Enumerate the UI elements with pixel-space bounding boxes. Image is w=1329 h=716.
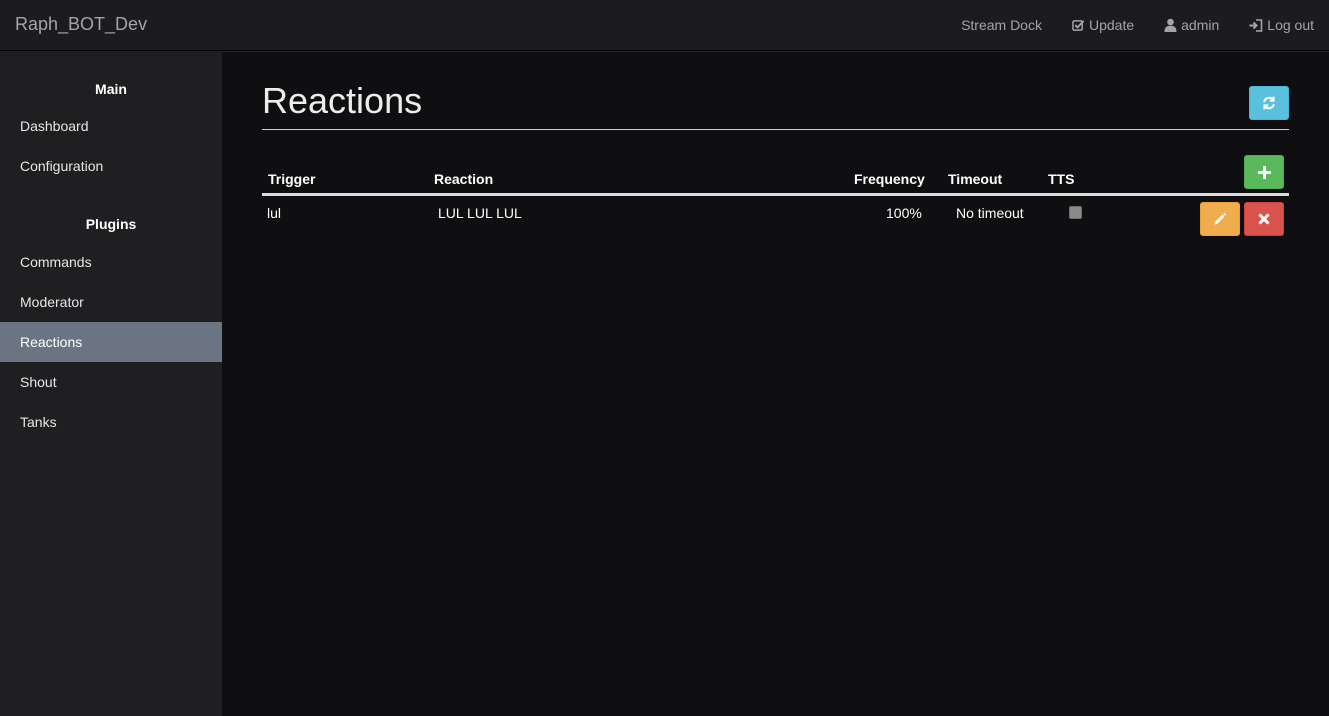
nav-stream-dock[interactable]: Stream Dock [946, 0, 1057, 50]
sidebar-item-shout[interactable]: Shout [0, 362, 222, 402]
nav-update[interactable]: Update [1057, 0, 1149, 50]
edit-button[interactable] [1200, 202, 1240, 236]
refresh-icon [1263, 96, 1275, 110]
table-header-divider [262, 193, 1289, 196]
sidebar-item-commands[interactable]: Commands [0, 242, 222, 282]
title-divider [262, 129, 1289, 130]
navbar-right: Stream Dock Update admin Log out [946, 0, 1329, 50]
cell-timeout: No timeout [956, 205, 1024, 221]
cell-reaction: LUL LUL LUL [438, 205, 522, 221]
column-header-reaction: Reaction [434, 171, 494, 187]
delete-button[interactable] [1244, 202, 1284, 236]
cell-trigger: lul [267, 205, 282, 221]
cell-frequency: 100% [886, 205, 922, 221]
check-square-icon [1072, 19, 1085, 31]
nav-user-label: admin [1181, 17, 1220, 33]
brand-title[interactable]: Raph_BOT_Dev [15, 14, 147, 35]
user-icon [1164, 18, 1177, 32]
top-navbar: Raph_BOT_Dev Stream Dock Update admin Lo… [0, 0, 1329, 51]
sidebar: Main Dashboard Configuration Plugins Com… [0, 51, 222, 716]
sidebar-item-reactions[interactable]: Reactions [0, 322, 222, 362]
plus-icon [1257, 165, 1271, 179]
nav-logout[interactable]: Log out [1234, 0, 1329, 50]
refresh-button[interactable] [1249, 86, 1289, 120]
nav-stream-dock-label: Stream Dock [961, 17, 1042, 33]
nav-logout-label: Log out [1267, 17, 1314, 33]
column-header-frequency: Frequency [854, 171, 925, 187]
log-out-icon [1249, 18, 1263, 32]
tts-checkbox[interactable] [1069, 206, 1082, 219]
sidebar-heading-plugins: Plugins [85, 216, 137, 232]
column-header-timeout: Timeout [948, 171, 1003, 187]
pencil-icon [1214, 212, 1227, 225]
sidebar-item-moderator[interactable]: Moderator [0, 282, 222, 322]
page-title: Reactions [262, 80, 423, 121]
sidebar-item-tanks[interactable]: Tanks [0, 402, 222, 442]
nav-update-label: Update [1088, 17, 1135, 33]
close-icon [1258, 213, 1270, 225]
sidebar-item-configuration[interactable]: Configuration [0, 146, 222, 186]
add-reaction-button[interactable] [1244, 155, 1284, 189]
column-header-tts: TTS [1048, 171, 1075, 187]
nav-user[interactable]: admin [1149, 0, 1234, 50]
sidebar-heading-main: Main [95, 81, 127, 97]
column-header-trigger: Trigger [268, 171, 316, 187]
sidebar-item-dashboard[interactable]: Dashboard [0, 106, 222, 146]
